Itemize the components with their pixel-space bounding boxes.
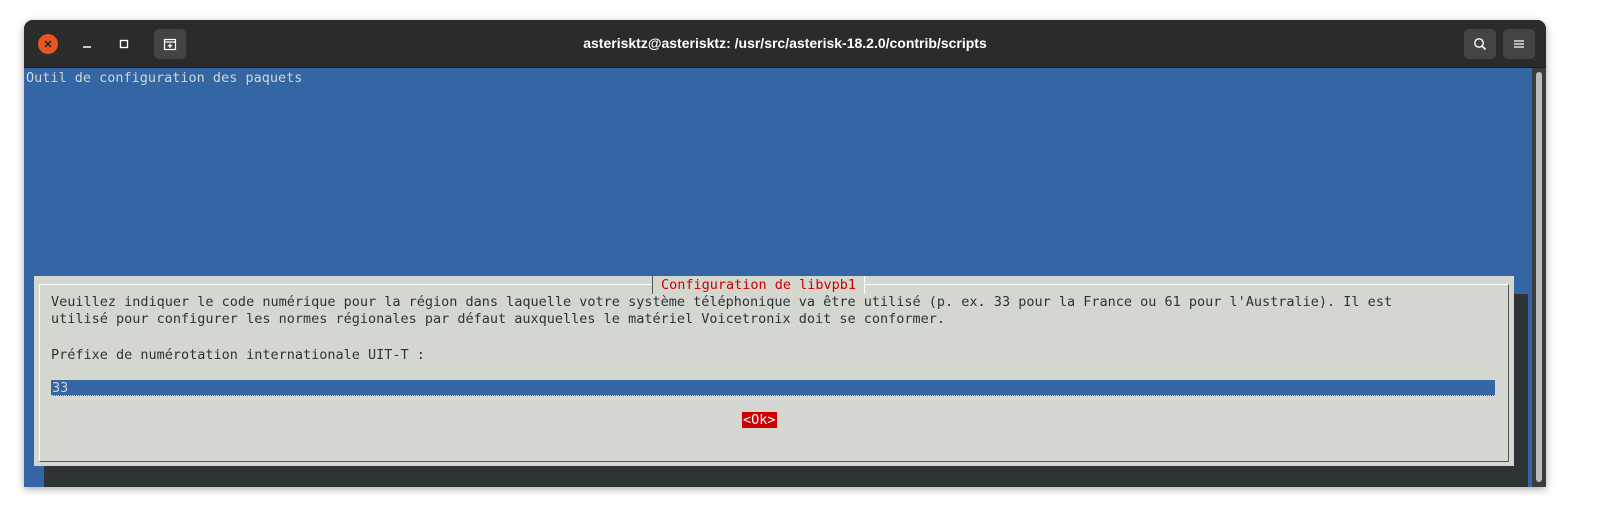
window-title: asterisktz@asterisktz: /usr/src/asterisk… — [583, 35, 987, 51]
scrollbar-thumb[interactable] — [1536, 72, 1542, 482]
config-dialog: Configuration de libvpb1 Veuillez indiqu… — [34, 276, 1514, 466]
package-config-header: Outil de configuration des paquets — [26, 70, 303, 86]
maximize-button[interactable] — [111, 32, 137, 56]
ok-button[interactable]: <Ok> — [742, 412, 777, 428]
dialog-description: Veuillez indiquer le code numérique pour… — [51, 294, 1393, 327]
minimize-icon — [83, 46, 91, 48]
dialog-title: Configuration de libvpb1 — [652, 276, 866, 294]
new-tab-button[interactable] — [154, 29, 186, 59]
terminal-area[interactable]: Outil de configuration des paquets Confi… — [24, 68, 1546, 487]
itu-prefix-input[interactable]: 33 — [51, 380, 1495, 396]
search-button[interactable] — [1464, 29, 1496, 59]
minimize-button[interactable] — [74, 32, 100, 56]
terminal-window: asterisktz@asterisktz: /usr/src/asterisk… — [24, 20, 1546, 487]
menu-button[interactable] — [1503, 29, 1535, 59]
title-bar[interactable]: asterisktz@asterisktz: /usr/src/asterisk… — [24, 20, 1546, 68]
hamburger-menu-icon — [1514, 40, 1524, 48]
prompt-label: Préfixe de numérotation internationale U… — [51, 347, 425, 363]
close-icon — [44, 40, 52, 48]
search-icon — [1474, 38, 1487, 51]
new-tab-icon — [163, 38, 177, 51]
scrollbar[interactable] — [1532, 68, 1546, 487]
maximize-icon — [119, 39, 129, 49]
close-button[interactable] — [38, 34, 58, 54]
